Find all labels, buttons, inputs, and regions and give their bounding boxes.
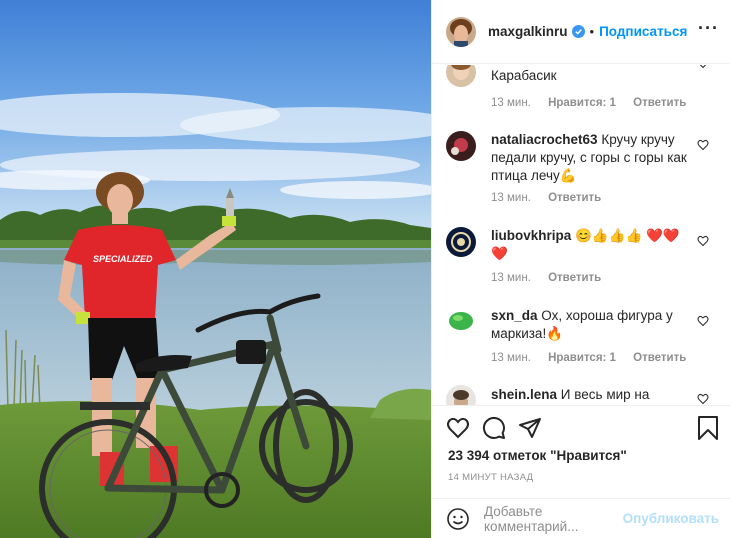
- post-timestamp[interactable]: 14 МИНУТ НАЗАД: [448, 472, 533, 483]
- post-header: maxgalkinru • Подписаться ···: [432, 0, 730, 64]
- comment-input[interactable]: Добавьте комментарий...: [484, 504, 623, 534]
- comment-meta: 13 мин. Нравится: 1 Ответить: [491, 97, 700, 109]
- reply-button[interactable]: Ответить: [548, 192, 601, 204]
- comment-avatar[interactable]: [446, 385, 476, 405]
- comment-author[interactable]: sxn_da: [491, 308, 538, 323]
- reply-button[interactable]: Ответить: [633, 97, 686, 109]
- post-actions: 23 394 отметок "Нравится" 14 МИНУТ НАЗАД: [432, 405, 730, 505]
- comment-text: liubovkhripa 😊👍👍👍 ❤️❤️❤️: [491, 227, 696, 263]
- author-username[interactable]: maxgalkinru: [488, 24, 568, 39]
- comment-author[interactable]: nataliacrochet63: [491, 132, 598, 147]
- comments-list[interactable]: Карабасик 13 мин. Нравится: 1 Ответить n…: [432, 65, 730, 405]
- like-comment-icon[interactable]: [697, 139, 709, 151]
- like-icon[interactable]: [446, 416, 470, 440]
- like-comment-icon[interactable]: [697, 393, 709, 405]
- comment-time[interactable]: 13 мин.: [491, 192, 531, 204]
- post-photo[interactable]: SPECIALIZED: [0, 0, 431, 538]
- like-comment-icon[interactable]: [697, 65, 709, 69]
- likes-count[interactable]: 23 394 отметок "Нравится": [448, 448, 627, 463]
- follow-button[interactable]: Подписаться: [599, 24, 687, 39]
- comment-time[interactable]: 13 мин.: [491, 97, 531, 109]
- emoji-icon[interactable]: [446, 507, 470, 531]
- comment-avatar[interactable]: [446, 227, 476, 257]
- verified-badge-icon: [571, 25, 585, 38]
- post-panel: maxgalkinru • Подписаться ··· Карабасик …: [431, 0, 730, 538]
- comment-meta: 13 мин. Ответить: [491, 272, 615, 284]
- publish-button[interactable]: Опубликовать: [623, 511, 719, 526]
- reply-button[interactable]: Ответить: [548, 272, 601, 284]
- comment-likes[interactable]: Нравится: 1: [548, 352, 616, 364]
- comment-text: nataliacrochet63 Кручу кручу педали круч…: [491, 131, 696, 185]
- comment-content: Карабасик: [491, 68, 557, 83]
- comment-text: Карабасик: [491, 67, 696, 85]
- like-comment-icon[interactable]: [697, 235, 709, 247]
- comment-icon[interactable]: [482, 416, 506, 440]
- comment-text: sxn_da Ох, хороша фигура у маркиза!🔥: [491, 307, 696, 343]
- comment-likes[interactable]: Нравится: 1: [548, 97, 616, 109]
- comment-text: shein.lena И весь мир на: [491, 386, 696, 404]
- comment-author[interactable]: liubovkhripa: [491, 228, 571, 243]
- save-bookmark-icon[interactable]: [697, 416, 719, 440]
- comment-content: И весь мир на: [560, 387, 650, 402]
- more-options-icon[interactable]: ···: [698, 19, 719, 37]
- comment-avatar[interactable]: [446, 305, 476, 335]
- comment-avatar[interactable]: [446, 65, 476, 87]
- header-separator: •: [589, 24, 595, 39]
- svg-text:SPECIALIZED: SPECIALIZED: [93, 254, 153, 264]
- comment-time[interactable]: 13 мин.: [491, 352, 531, 364]
- comment-meta: 13 мин. Ответить: [491, 192, 615, 204]
- comment-avatar[interactable]: [446, 131, 476, 161]
- author-avatar[interactable]: [446, 16, 476, 47]
- comment-author[interactable]: shein.lena: [491, 387, 557, 402]
- comment-time[interactable]: 13 мин.: [491, 272, 531, 284]
- add-comment-bar: Добавьте комментарий... Опубликовать: [432, 498, 730, 538]
- action-icons: [432, 416, 730, 442]
- comment-meta: 13 мин. Нравится: 1 Ответить: [491, 352, 700, 364]
- share-icon[interactable]: [518, 416, 542, 440]
- like-comment-icon[interactable]: [697, 315, 709, 327]
- reply-button[interactable]: Ответить: [633, 352, 686, 364]
